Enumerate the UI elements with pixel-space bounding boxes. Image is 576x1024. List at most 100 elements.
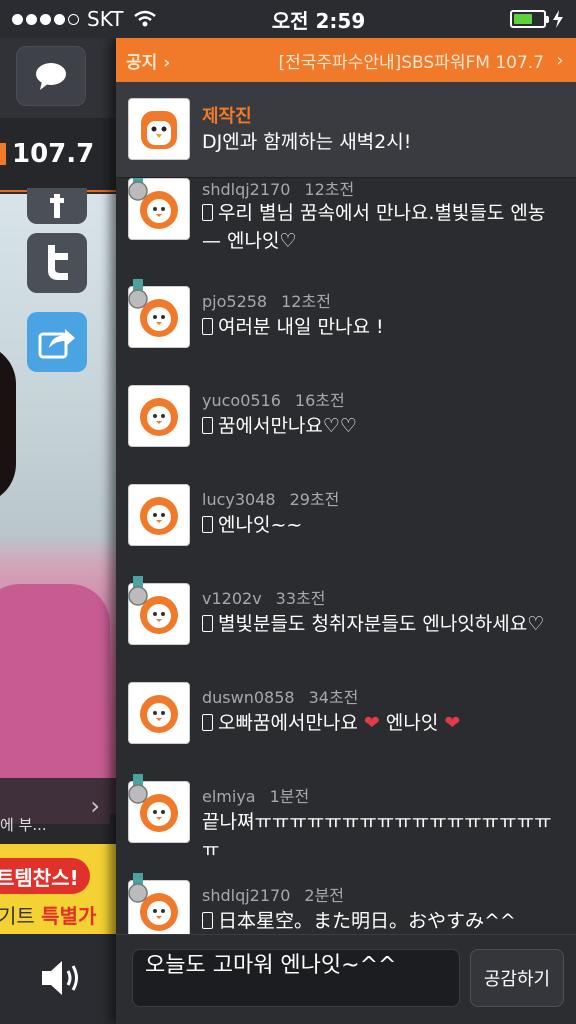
message-meta: duswn0858 34초전	[202, 684, 358, 708]
lion-icon	[140, 695, 178, 733]
mobile-icon	[202, 204, 213, 221]
message-time: 12초전	[281, 292, 331, 311]
message-input[interactable]: 오늘도 고마워 엔나잇~^^	[132, 949, 460, 1007]
medal-icon	[128, 774, 148, 804]
medal-icon	[128, 576, 148, 606]
chevron-right-icon: ›	[90, 792, 100, 820]
chat-toggle-button[interactable]	[16, 46, 86, 106]
signal-icon	[12, 13, 79, 25]
photo-hair	[0, 344, 16, 504]
medal-icon	[128, 279, 148, 309]
message-text: 꿈에서만나요♡♡	[202, 412, 562, 440]
message-meta: shdlqj2170 2분전	[202, 882, 344, 906]
message-text: 끝나쪄ㅠㅠㅠㅠㅠㅠㅠㅠㅠㅠㅠㅠㅠㅠㅠㅠㅠㅠ	[202, 811, 552, 861]
notice-bar[interactable]: 공지 › [전국주파수안내]SBS파워FM 107.7 ›	[116, 38, 576, 82]
message-user: pjo5258	[202, 292, 268, 311]
facebook-icon	[50, 194, 64, 218]
list-item: v1202v 33초전 별빛분들도 청취자분들도 엔나잇하세요♡	[116, 576, 576, 678]
frequency-marker	[0, 143, 6, 165]
heart-icon: ❤	[444, 712, 461, 734]
producer-avatar	[128, 98, 190, 160]
share-icon	[38, 329, 75, 359]
message-time: 12초전	[304, 180, 355, 199]
message-text: 별빛분들도 청취자분들도 엔나잇하세요♡	[202, 610, 562, 638]
twitter-button[interactable]	[27, 233, 87, 293]
message-time: 29초전	[289, 490, 340, 509]
penguin-icon	[141, 111, 177, 149]
clock: 오전 2:59	[271, 8, 366, 33]
volume-button[interactable]	[36, 954, 90, 1002]
message-meta: pjo5258 12초전	[202, 288, 331, 312]
producer-text: DJ엔과 함께하는 새벽2시!	[202, 131, 412, 153]
lion-icon	[140, 398, 178, 436]
message-user: elmiya	[202, 787, 256, 806]
twitter-icon	[48, 245, 68, 280]
message-user: duswn0858	[202, 688, 295, 707]
mobile-icon	[202, 516, 213, 533]
user-avatar	[128, 682, 190, 744]
user-avatar	[128, 178, 190, 240]
ad-caption[interactable]: 에 부... ›	[0, 778, 116, 844]
message-text: 여러분 내일 만나요 !	[202, 313, 562, 341]
list-item: pjo5258 12초전 여러분 내일 만나요 !	[116, 279, 576, 381]
ad-line: 기트 특별가	[0, 900, 96, 929]
message-list[interactable]: shdlqj2170 12초전 우리 별님 꿈속에서 만나요.별빛들도 엔농— 엔…	[116, 178, 576, 934]
ad-badge: 트템찬스!	[0, 858, 90, 894]
heart-icon: ❤	[363, 712, 380, 734]
mobile-icon	[202, 912, 213, 929]
mobile-icon	[202, 417, 213, 434]
list-item: lucy3048 29초전 엔나잇~~	[116, 480, 576, 579]
mobile-icon	[202, 714, 213, 731]
user-avatar	[128, 576, 190, 645]
ad-line-b: 특별가	[41, 904, 97, 928]
chevron-right-icon: ›	[556, 49, 564, 71]
ad-line-a: 기트	[0, 904, 35, 928]
message-text: 오빠꿈에서만나요 ❤ 엔나잇 ❤	[202, 709, 562, 737]
notice-text: [전국주파수안내]SBS파워FM 107.7	[278, 52, 545, 73]
message-text: 日本星空。また明日。おやすみ^^	[202, 907, 562, 934]
lion-icon	[140, 497, 178, 535]
list-item: elmiya 1분전 끝나쪄ㅠㅠㅠㅠㅠㅠㅠㅠㅠㅠㅠㅠㅠㅠㅠㅠㅠㅠ	[116, 774, 576, 876]
message-user: shdlqj2170	[202, 180, 291, 199]
message-user: yuco0516	[202, 391, 281, 410]
speaker-icon	[42, 961, 78, 995]
frequency-bar: 107.7	[0, 118, 116, 192]
ad-banner[interactable]: 트템찬스! 기트 특별가	[0, 844, 116, 944]
list-item: shdlqj2170 2분전 日本星空。また明日。おやすみ^^	[116, 873, 576, 934]
mobile-icon	[202, 318, 213, 335]
compose-bar: 오늘도 고마워 엔나잇~^^ 공감하기	[116, 934, 576, 1024]
message-time: 2분전	[304, 886, 345, 905]
carrier-area: SKT	[12, 7, 212, 31]
message-text: 엔나잇~~	[202, 511, 562, 539]
message-meta: v1202v 33초전	[202, 585, 325, 609]
message-time: 1분전	[269, 787, 310, 806]
background-app-panel: 107.7 에 부... › 트템찬스! 기트 특별가	[0, 38, 116, 1024]
frequency-label: 107.7	[12, 139, 95, 169]
wifi-icon	[134, 10, 157, 27]
user-avatar	[128, 484, 190, 546]
battery-icon	[510, 10, 549, 28]
producer-message: 제작진 DJ엔과 함께하는 새벽2시!	[116, 82, 576, 178]
charging-icon	[553, 10, 563, 28]
left-bottom-bar	[0, 934, 116, 1024]
share-button[interactable]	[27, 312, 87, 372]
list-item: duswn0858 34초전 오빠꿈에서만나요 ❤ 엔나잇 ❤	[116, 678, 576, 777]
send-button[interactable]: 공감하기	[470, 949, 564, 1007]
facebook-button[interactable]	[27, 188, 87, 224]
mobile-icon	[202, 615, 213, 632]
carrier-label: SKT	[87, 7, 124, 31]
user-avatar	[128, 873, 190, 934]
ad-caption-text: 에 부...	[0, 816, 47, 834]
message-time: 16초전	[294, 391, 345, 410]
status-bar: SKT 오전 2:59	[0, 0, 576, 38]
message-text: 우리 별님 꿈속에서 만나요.별빛들도 엔농— 엔나잇♡	[202, 202, 546, 252]
notice-label: 공지 ›	[126, 52, 171, 73]
list-item: shdlqj2170 12초전 우리 별님 꿈속에서 만나요.별빛들도 엔농— 엔…	[116, 178, 576, 267]
message-meta: elmiya 1분전	[202, 783, 309, 807]
left-toolbar	[0, 38, 116, 118]
message-time: 34초전	[308, 688, 359, 707]
message-user: lucy3048	[202, 490, 276, 509]
medal-icon	[128, 873, 148, 903]
message-meta: yuco0516 16초전	[202, 387, 345, 411]
chat-panel: 공지 › [전국주파수안내]SBS파워FM 107.7 › 제작진 DJ엔과 함…	[116, 38, 576, 1024]
